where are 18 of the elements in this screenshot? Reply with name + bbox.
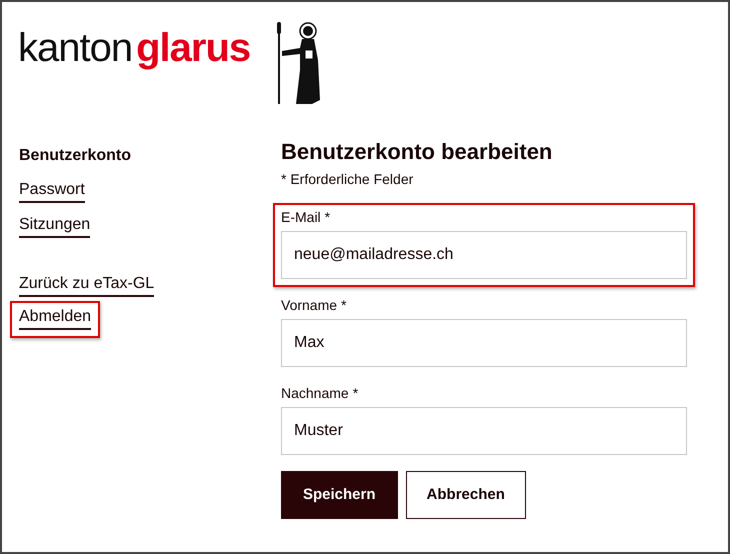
sidebar-link[interactable]: Zurück zu eTax-GL	[19, 273, 154, 297]
required-note: * Erforderliche Felder	[281, 170, 414, 189]
required-mark: *	[341, 296, 346, 315]
input-field[interactable]: neue@mailadresse.ch	[281, 231, 687, 279]
required-mark: *	[324, 208, 330, 227]
field-label: Nachname	[281, 384, 349, 403]
input-field[interactable]: Max	[281, 319, 687, 367]
sidebar-heading: Benutzerkonto	[19, 146, 132, 166]
field-label: E-Mail	[281, 208, 321, 227]
logo: kantonglarus	[18, 25, 250, 72]
sidebar-link[interactable]: Sitzungen	[19, 214, 90, 238]
cancel-button[interactable]: Abbrechen	[406, 471, 526, 519]
required-mark: *	[352, 384, 358, 403]
input-field[interactable]: Muster	[281, 407, 687, 455]
sidebar-link[interactable]: Passwort	[19, 179, 85, 203]
save-button[interactable]: Speichern	[281, 471, 398, 519]
form-title: Benutzerkonto bearbeiten	[281, 139, 554, 165]
field-label: Vorname	[281, 296, 338, 315]
